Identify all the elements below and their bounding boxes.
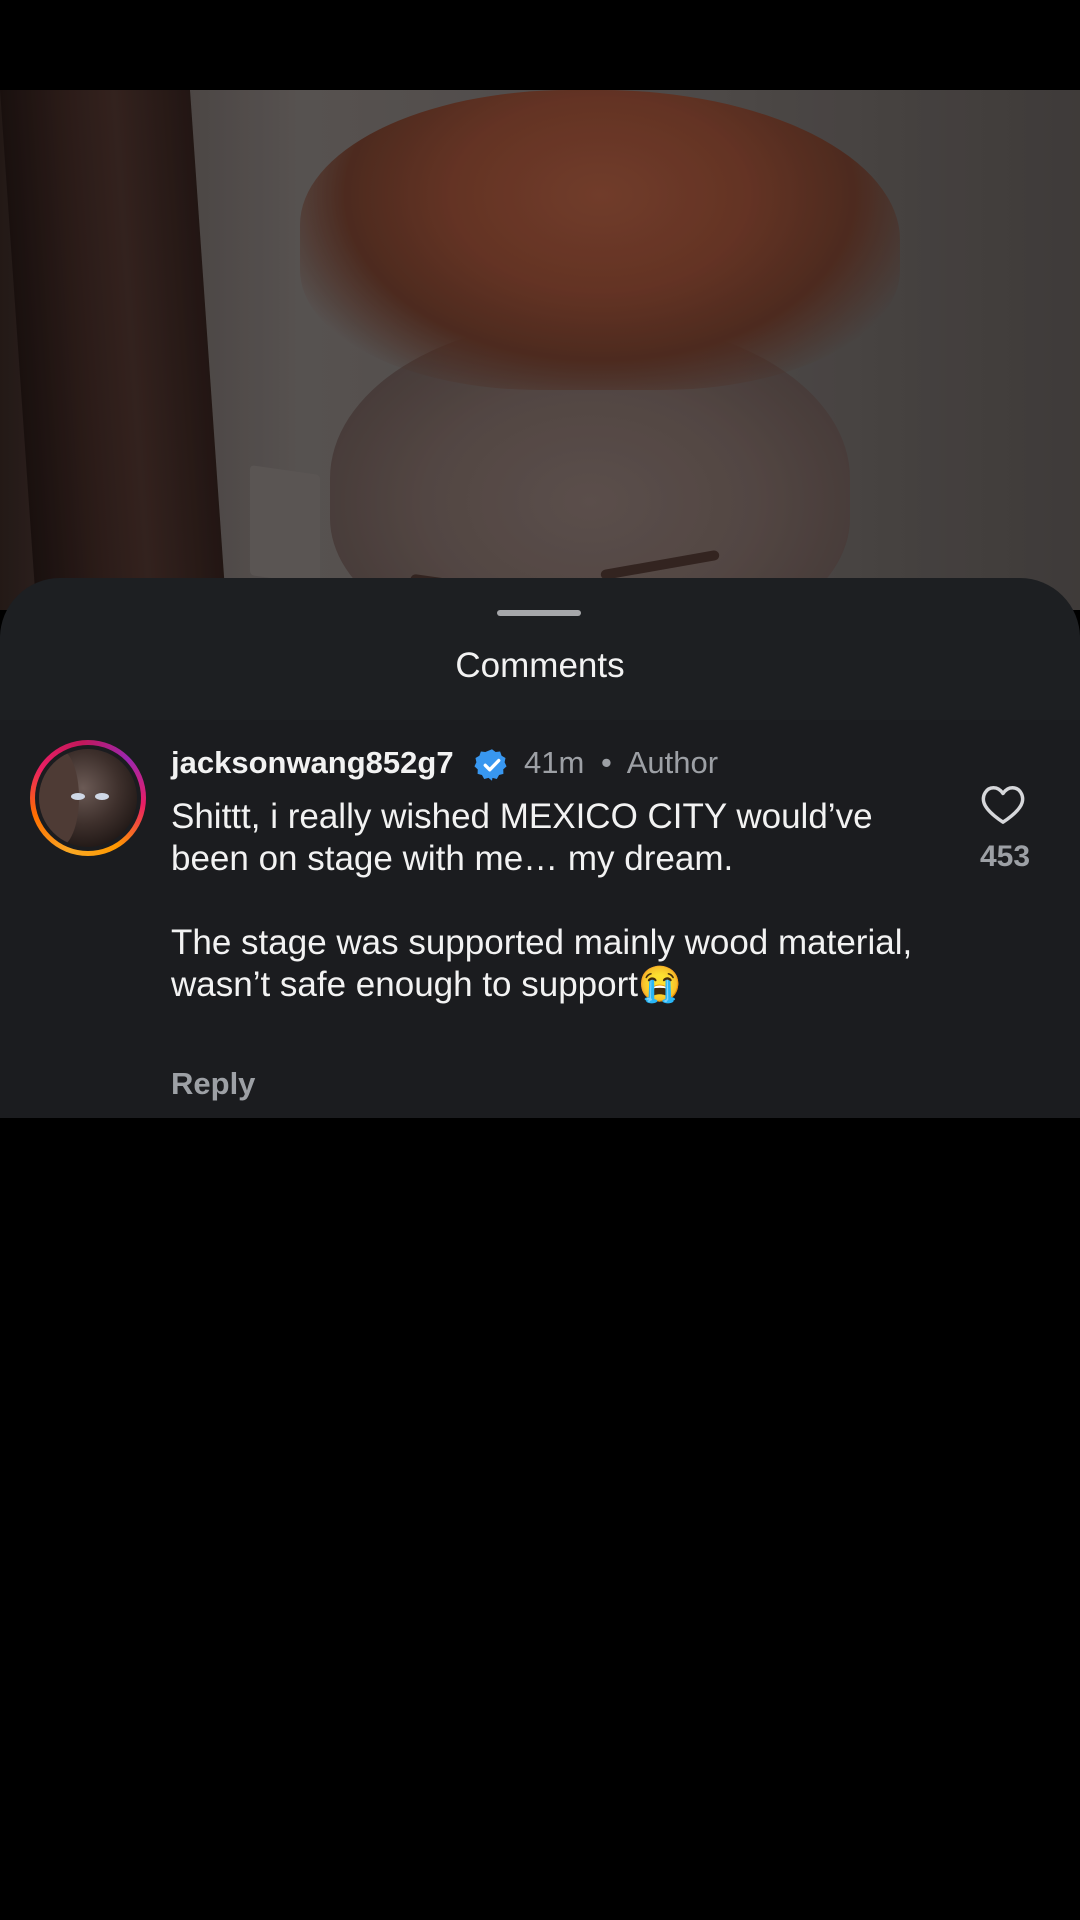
background-video-frame [0, 90, 1080, 610]
drag-handle[interactable] [497, 610, 581, 616]
like-count: 453 [979, 840, 1031, 873]
comment-meta: 41m • Author [524, 745, 718, 781]
avatar-image [39, 749, 137, 847]
sheet-title: Comments [455, 646, 625, 685]
photo-shade [0, 90, 1080, 610]
heart-outline-icon[interactable] [980, 783, 1026, 825]
reply-button[interactable]: Reply [171, 1066, 255, 1102]
verified-badge-icon [474, 749, 507, 781]
meta-separator: • [600, 745, 612, 780]
avatar[interactable] [30, 740, 146, 856]
author-label: Author [626, 745, 719, 780]
comment-text: Shittt, i really wished MEXICO CITY woul… [171, 797, 913, 1004]
comment-time: 41m [524, 745, 585, 780]
comment-username[interactable]: jacksonwang852g7 [171, 745, 454, 781]
